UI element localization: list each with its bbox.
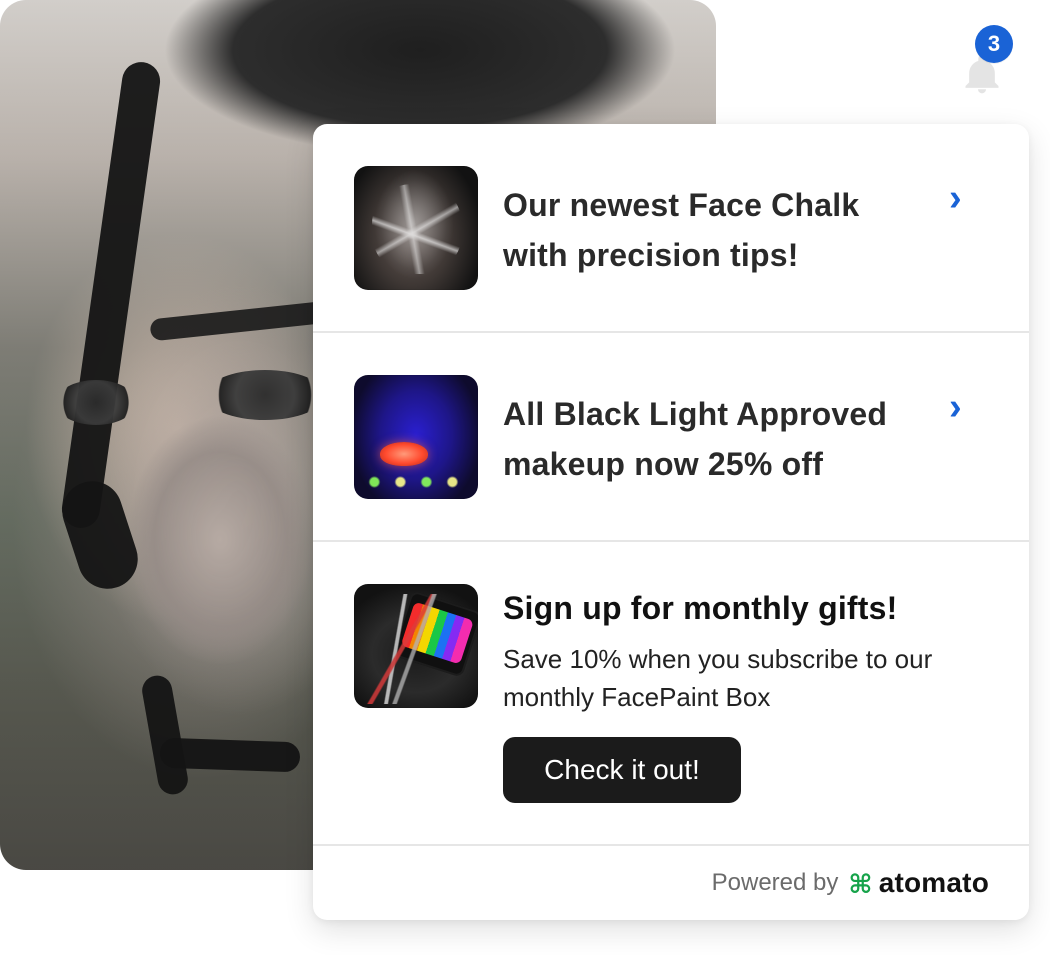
signup-title: Sign up for monthly gifts! (503, 590, 898, 626)
chevron-right-icon: › (949, 386, 962, 428)
signup-description: Save 10% when you subscribe to our month… (503, 644, 933, 712)
promo-title: All Black Light Approved makeup now 25% … (503, 396, 888, 482)
makeup-brushes (364, 594, 474, 704)
black-light-makeup-image (354, 375, 478, 499)
facepaint-box-image (354, 584, 478, 708)
hero-paint-stroke (159, 737, 301, 773)
hero-eye (205, 370, 325, 420)
hero-eye (56, 380, 136, 425)
promo-card: Our newest Face Chalk with precision tip… (313, 124, 1029, 920)
notifications-bell[interactable]: 3 (942, 20, 1032, 110)
face-chalk-image (354, 166, 478, 290)
neon-glow (364, 475, 468, 489)
powered-by-footer: Powered by ⌘ atomato (313, 846, 1029, 920)
brand-name: atomato (878, 867, 989, 898)
notification-count-badge: 3 (975, 25, 1013, 63)
chevron-right-icon: › (949, 177, 962, 219)
app-stage: 3 Our newest Face Chalk with precision t… (0, 0, 1050, 955)
atomato-brand-link[interactable]: ⌘ atomato (848, 867, 989, 899)
neon-lips (380, 442, 428, 466)
command-icon: ⌘ (848, 869, 873, 899)
promo-item[interactable]: All Black Light Approved makeup now 25% … (313, 333, 1029, 542)
promo-item[interactable]: Our newest Face Chalk with precision tip… (313, 124, 1029, 333)
promo-title: Our newest Face Chalk with precision tip… (503, 187, 860, 273)
powered-by-text: Powered by (711, 869, 839, 896)
check-it-out-button[interactable]: Check it out! (503, 737, 741, 803)
signup-section: Sign up for monthly gifts! Save 10% when… (313, 542, 1029, 846)
